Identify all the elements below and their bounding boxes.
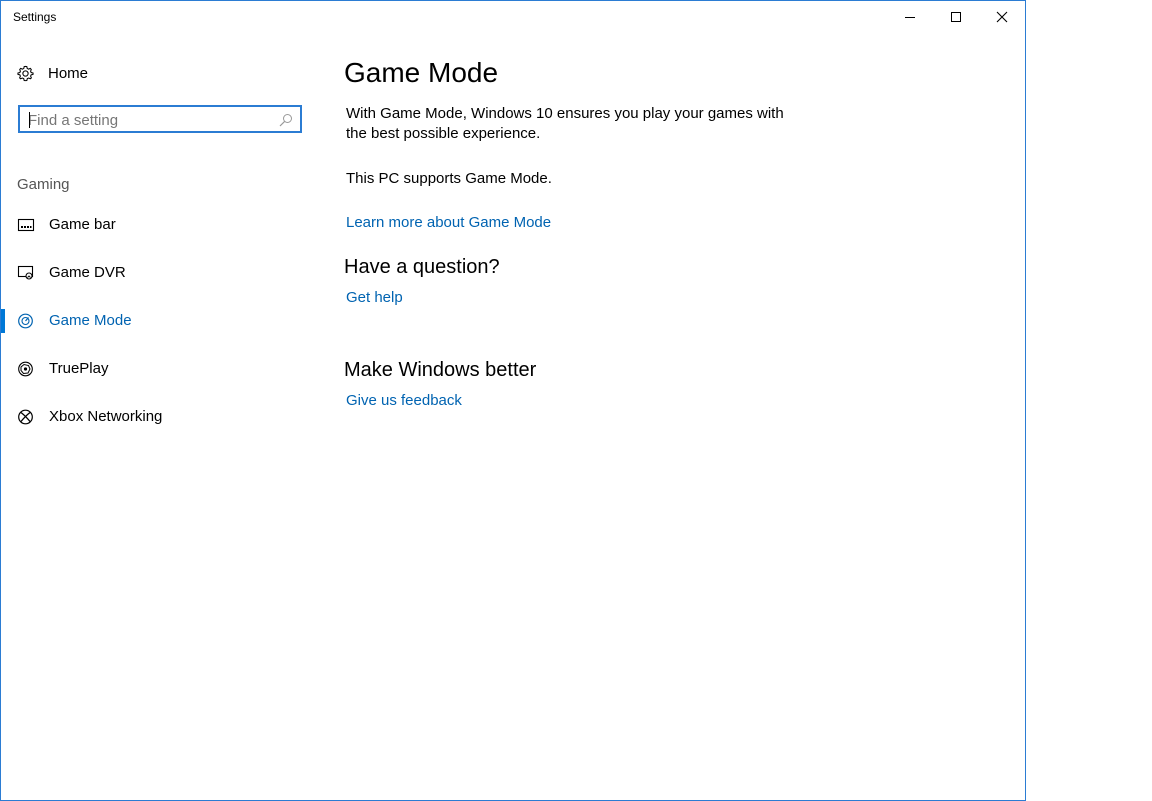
get-help-link[interactable]: Get help [346,289,403,306]
feedback-heading: Make Windows better [344,359,537,381]
sidebar-item-label: Xbox Networking [49,408,163,425]
trueplay-icon [17,361,35,377]
search-box[interactable] [18,105,302,133]
minimize-icon [905,17,915,18]
nav-home[interactable]: Home [1,57,321,91]
gear-icon [17,65,34,87]
sidebar-item-label: TruePlay [49,360,109,377]
title-bar: Settings [1,1,1025,33]
maximize-button[interactable] [933,1,979,33]
page-title: Game Mode [344,57,499,88]
minimize-button[interactable] [887,1,933,33]
sidebar-item-trueplay[interactable]: TruePlay [1,349,321,389]
close-button[interactable] [979,1,1025,33]
section-label-gaming: Gaming [17,176,70,193]
maximize-icon [951,12,961,22]
sidebar-item-label: Game DVR [49,264,126,281]
settings-window: Settings Home Find a setting Gaming Game… [0,0,1026,801]
game-bar-icon [17,217,35,233]
support-status-text: This PC supports Game Mode. [346,170,552,187]
sidebar-item-game-dvr[interactable]: Game DVR [1,253,321,293]
sidebar-item-game-bar[interactable]: Game bar [1,205,321,245]
learn-more-link[interactable]: Learn more about Game Mode [346,214,551,231]
search-icon[interactable] [279,113,293,132]
search-input[interactable] [28,110,268,130]
game-dvr-icon [17,265,35,281]
question-heading: Have a question? [344,256,500,278]
xbox-icon [17,409,35,425]
window-title: Settings [13,10,57,24]
game-mode-icon [17,313,35,329]
nav-home-label: Home [48,65,89,82]
text-cursor [29,112,30,128]
sidebar-item-label: Game bar [49,216,116,233]
game-mode-description: With Game Mode, Windows 10 ensures you p… [346,105,784,142]
sidebar-item-game-mode[interactable]: Game Mode [1,301,321,341]
sidebar-item-xbox-networking[interactable]: Xbox Networking [1,397,321,437]
give-feedback-link[interactable]: Give us feedback [346,392,462,409]
sidebar-item-label: Game Mode [49,312,132,329]
active-indicator [1,309,5,333]
close-icon [996,11,1008,23]
